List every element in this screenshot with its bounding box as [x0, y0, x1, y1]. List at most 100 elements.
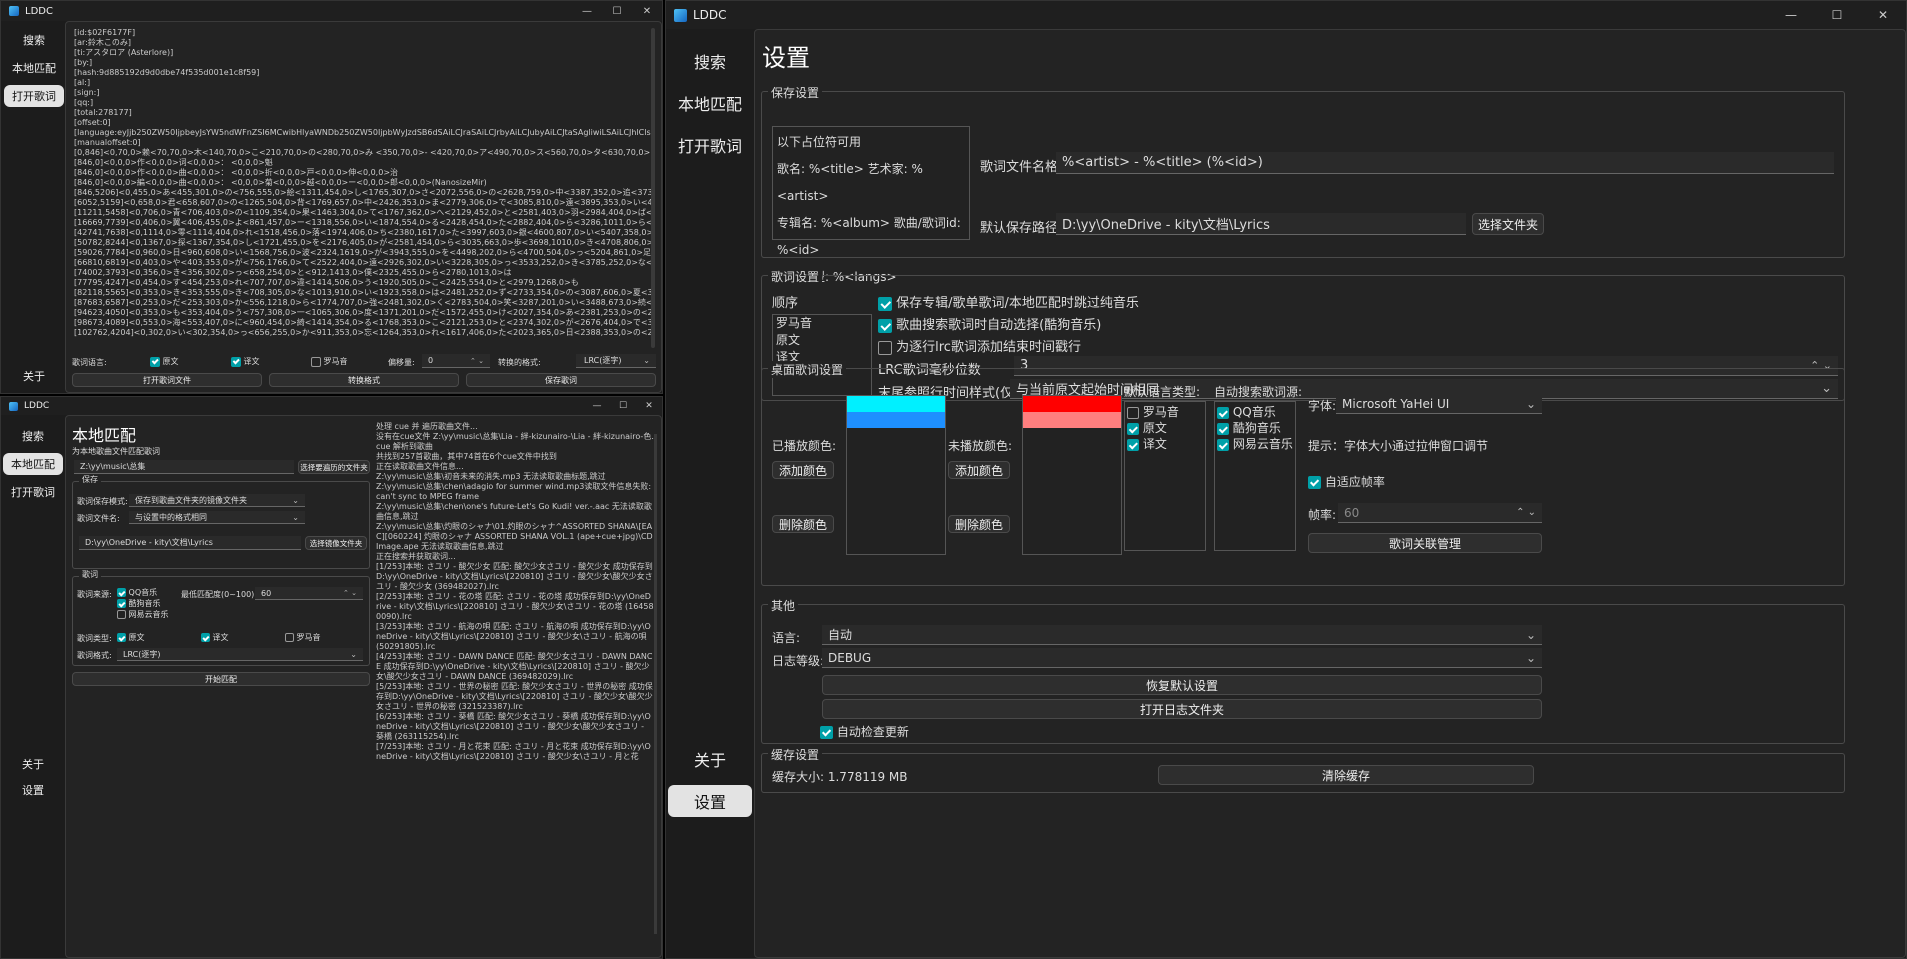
file-name-format-input[interactable]: %<artist> - %<title> (%<id>) [1056, 152, 1834, 174]
font-select[interactable]: Microsoft YaHei UI ⌄ [1336, 394, 1542, 414]
auto-select-checkbox[interactable]: 歌曲搜索歌词时自动选择(酷狗音乐) [878, 314, 1101, 333]
lyrics-settings-title: 歌词设置 [768, 268, 823, 285]
convert-format-button[interactable]: 转换格式 [269, 373, 459, 387]
order-item[interactable]: 罗马音 [776, 315, 868, 332]
maximize-icon[interactable]: ☐ [1814, 1, 1860, 29]
select-dir-button[interactable]: 选择要遍历的文件夹 [298, 460, 370, 474]
trans-checkbox[interactable]: 译文 [231, 356, 260, 367]
nav-search[interactable]: 搜索 [16, 425, 50, 447]
lang-roma-checkbox[interactable]: 罗马音 [1127, 404, 1203, 420]
min-score-spinbox[interactable]: 60 ⌃ ⌄ [255, 587, 363, 600]
unplayed-color-list[interactable] [1022, 395, 1122, 555]
save-lyrics-button[interactable]: 保存歌词 [466, 373, 656, 387]
save-group: 保存 歌词保存模式: 保存到歌曲文件夹的镜像文件夹 ⌄ 歌词文件名: 与设置中的格… [72, 474, 370, 569]
log-level-select[interactable]: DEBUG ⌄ [822, 648, 1542, 668]
lyrics-assoc-button[interactable]: 歌词关联管理 [1308, 533, 1542, 553]
roma-checkbox[interactable]: 罗马音 [311, 356, 348, 367]
lyrics-text-area[interactable]: [id:$02F6177F] [ar:鈴木このみ] [ti:アスタロア (Aster… [74, 28, 652, 350]
title-bar[interactable]: LDDC — ☐ ✕ [1, 1, 662, 21]
orig-checkbox[interactable]: 原文 [150, 356, 179, 367]
maximize-icon[interactable]: ☐ [602, 1, 632, 21]
restore-defaults-button[interactable]: 恢复默认设置 [822, 675, 1542, 695]
minimize-icon[interactable]: — [1768, 1, 1814, 29]
window-title: LDDC [24, 401, 50, 411]
nav-open-lyrics[interactable]: 打开歌词 [4, 85, 64, 107]
lang-trans-checkbox[interactable]: 译文 [1127, 436, 1203, 452]
minimize-icon[interactable]: — [584, 397, 610, 415]
file-name-select[interactable]: 与设置中的格式相同 ⌄ [129, 511, 305, 524]
nav-about[interactable]: 关于 [17, 365, 51, 387]
offset-spinbox[interactable]: 0 ⌃ ⌄ [422, 354, 490, 368]
del-played-color-button[interactable]: 删除颜色 [772, 515, 834, 533]
lyrics-line: [16669,7739]<0,406,0>翼<406,455,0>よ<861,4… [74, 218, 652, 227]
maximize-icon[interactable]: ☐ [610, 397, 636, 415]
mirror-path-input[interactable]: D:\yy\OneDrive - kity\文档\Lyrics [79, 536, 301, 550]
open-log-folder-button[interactable]: 打开日志文件夹 [822, 699, 1542, 719]
fps-spinbox[interactable]: 60 ⌃ ⌄ [1338, 503, 1542, 523]
add-end-time-checkbox[interactable]: 为逐行lrc歌词添加结束时间戳行 [878, 336, 1081, 355]
played-color-list[interactable] [846, 395, 946, 555]
auto-fps-checkbox[interactable]: 自适应帧率 [1308, 473, 1385, 490]
start-match-button[interactable]: 开始匹配 [72, 672, 370, 686]
nav-search[interactable]: 搜索 [17, 29, 51, 51]
lyrics-line: [87683,6587]<0,253,0>だ<253,303,0>か<556,1… [74, 298, 652, 307]
nav-local-match[interactable]: 本地匹配 [672, 87, 748, 119]
save-mode-select[interactable]: 保存到歌曲文件夹的镜像文件夹 ⌄ [129, 494, 305, 507]
nav-local-match[interactable]: 本地匹配 [10, 57, 58, 79]
nav-open-lyrics[interactable]: 打开歌词 [672, 129, 748, 161]
nav-search[interactable]: 搜索 [686, 45, 734, 77]
clear-cache-button[interactable]: 清除缓存 [1158, 765, 1534, 785]
minimize-icon[interactable]: — [572, 1, 602, 21]
source-netease[interactable]: 网易云音乐 [117, 609, 169, 620]
language-select[interactable]: 自动 ⌄ [822, 625, 1542, 645]
format-select[interactable]: LRC(逐字) ⌄ [117, 648, 363, 661]
select-mirror-button[interactable]: 选择镜像文件夹 [305, 536, 367, 550]
type-trans-checkbox[interactable]: 译文 [201, 632, 229, 643]
title-bar[interactable]: LDDC — ☐ ✕ [1, 397, 662, 415]
add-unplayed-color-button[interactable]: 添加颜色 [948, 461, 1010, 479]
scrollbar[interactable] [651, 28, 655, 348]
type-label: 歌词类型: [77, 634, 112, 643]
nav-settings[interactable]: 设置 [16, 779, 50, 801]
title-bar[interactable]: LDDC — ☐ ✕ [666, 1, 1906, 29]
nav-about[interactable]: 关于 [16, 753, 50, 775]
format-label: 歌词格式: [77, 651, 112, 660]
source-kugou[interactable]: 酷狗音乐 [117, 598, 169, 609]
type-orig-checkbox[interactable]: 原文 [117, 632, 145, 643]
save-path-input[interactable]: D:\yy\OneDrive - kity\文档\Lyrics [1056, 213, 1466, 235]
nav-settings[interactable]: 设置 [17, 391, 51, 393]
source-label: 歌词来源: [77, 590, 112, 599]
close-icon[interactable]: ✕ [1860, 1, 1906, 29]
played-color-swatch[interactable] [847, 396, 945, 412]
auto-update-checkbox[interactable]: 自动检查更新 [820, 723, 909, 740]
default-lang-list: 罗马音 原文 译文 [1124, 401, 1206, 551]
auto-src-qq-checkbox[interactable]: QQ音乐 [1217, 404, 1293, 420]
lang-orig-checkbox[interactable]: 原文 [1127, 420, 1203, 436]
close-icon[interactable]: ✕ [636, 397, 662, 415]
select-folder-button[interactable]: 选择文件夹 [1472, 213, 1544, 235]
add-played-color-button[interactable]: 添加颜色 [772, 461, 834, 479]
skip-pure-music-checkbox[interactable]: 保存专辑/歌单歌词/本地匹配时跳过纯音乐 [878, 292, 1139, 311]
source-qq[interactable]: QQ音乐 [117, 587, 169, 598]
log-output[interactable]: 处理 cue 并 遍历歌曲文件... 没有在cue文件 Z:\yy\music\… [376, 422, 654, 952]
type-roma-checkbox[interactable]: 罗马音 [285, 632, 321, 643]
nav-settings[interactable]: 设置 [668, 785, 752, 817]
unplayed-color-swatch[interactable] [1023, 396, 1121, 412]
played-color-swatch[interactable] [847, 412, 945, 428]
auto-src-netease-checkbox[interactable]: 网易云音乐 [1217, 436, 1293, 452]
convert-format-select[interactable]: LRC(逐字) ⌄ [576, 354, 656, 368]
nav-local-match[interactable]: 本地匹配 [3, 453, 63, 475]
nav-about[interactable]: 关于 [686, 743, 734, 775]
close-icon[interactable]: ✕ [632, 1, 662, 21]
del-unplayed-color-button[interactable]: 删除颜色 [948, 515, 1010, 533]
music-dir-input[interactable]: Z:\yy\music\总集 [74, 460, 294, 474]
order-item[interactable]: 原文 [776, 332, 868, 349]
open-lyrics-file-button[interactable]: 打开歌词文件 [72, 373, 262, 387]
unplayed-color-swatch[interactable] [1023, 412, 1121, 428]
font-label: 字体: [1308, 399, 1337, 413]
auto-src-kugou-checkbox[interactable]: 酷狗音乐 [1217, 420, 1293, 436]
log-scrollbar[interactable] [654, 434, 657, 934]
lyrics-line: [11211,5458]<0,706,0>青<706,403,0>の<1109,… [74, 208, 652, 217]
lyrics-line: [sign:] [74, 88, 100, 97]
nav-open-lyrics[interactable]: 打开歌词 [7, 481, 59, 503]
